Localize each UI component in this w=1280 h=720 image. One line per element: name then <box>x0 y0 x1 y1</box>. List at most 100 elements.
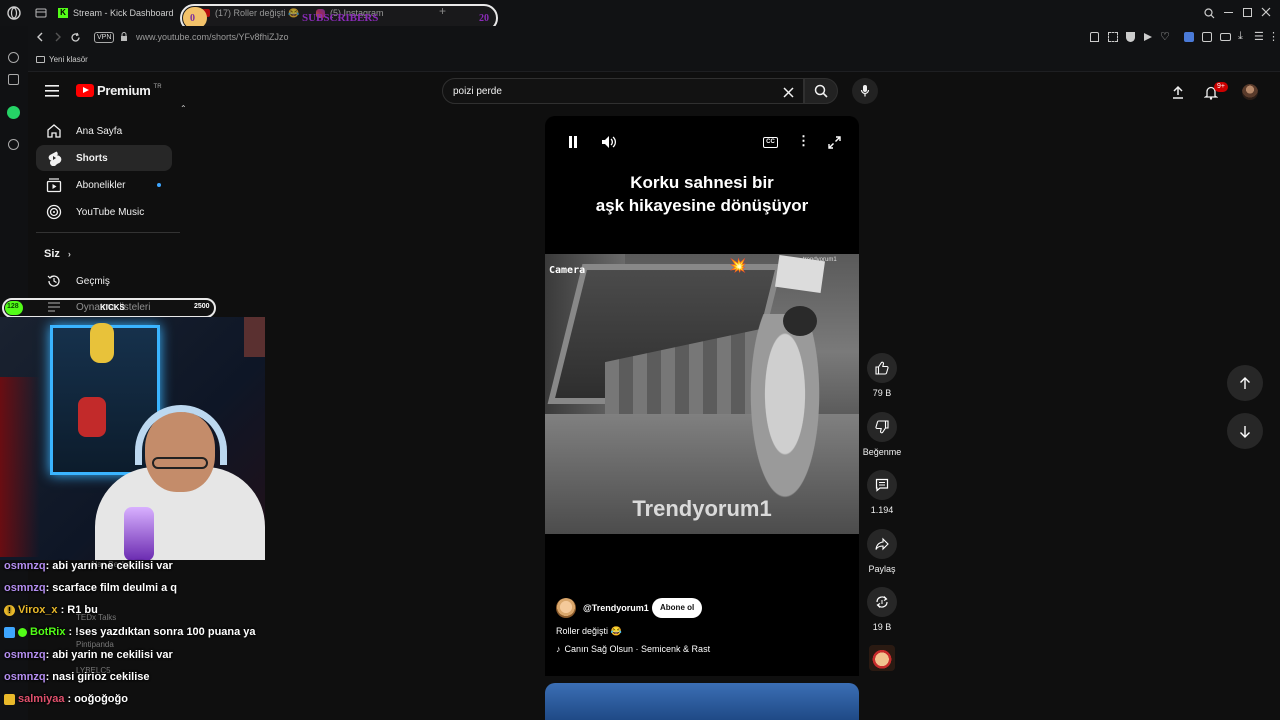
chevron-right-icon: › <box>67 249 71 259</box>
bookmark-folder[interactable]: Yeni klasör <box>36 55 88 64</box>
nav-item-shorts[interactable]: Shorts <box>36 145 172 171</box>
minimize-button[interactable] <box>1224 12 1233 13</box>
short-title[interactable]: Roller değişti 😂 <box>556 626 622 637</box>
menu-icon[interactable]: ☰ <box>1254 30 1264 43</box>
upload-icon[interactable] <box>1170 84 1186 100</box>
caption-line-2: aşk hikayesine dönüşüyor <box>595 196 809 215</box>
close-window-icon[interactable] <box>1260 6 1272 18</box>
remix-button[interactable] <box>867 587 897 617</box>
search-input[interactable]: poizi perde <box>453 86 502 97</box>
folder-icon <box>36 56 45 63</box>
url-field[interactable]: www.youtube.com/shorts/YFv8fhiZJzo <box>136 32 289 42</box>
search-tabs-icon[interactable] <box>1202 6 1216 20</box>
next-short-button[interactable] <box>1227 413 1263 449</box>
like-button[interactable] <box>867 353 897 383</box>
shorts-icon <box>48 151 62 166</box>
search-icon <box>814 84 828 98</box>
youtube-music-icon <box>46 204 62 220</box>
nav-item-history[interactable]: Geçmiş <box>36 268 172 294</box>
chat-message: BotRix: !ses yazdıktan sonra 100 puana y… <box>4 626 256 638</box>
browser-tab-strip: K Stream - Kick Dashboard (17) Roller de… <box>0 0 1280 32</box>
more-options-icon[interactable]: ⋮ <box>797 133 810 149</box>
heart-icon[interactable]: ♡ <box>1160 30 1170 43</box>
chat-message: osmnzq: abi yarın ne cekilisi var <box>4 560 173 572</box>
tab-kick-dashboard[interactable]: K Stream - Kick Dashboard <box>58 4 174 22</box>
forward-icon[interactable] <box>52 31 64 43</box>
nav-item-label: Shorts <box>76 152 108 164</box>
share-label: Paylaş <box>868 564 896 574</box>
player-icon[interactable] <box>1144 33 1152 41</box>
dislike-label: Beğenme <box>862 447 902 457</box>
sound-thumbnail[interactable] <box>869 645 895 671</box>
youtube-logo[interactable]: Premium TR <box>76 83 162 98</box>
caption-line-1: Korku sahnesi bir <box>630 173 774 192</box>
youtube-play-logo-icon <box>76 84 94 97</box>
more-vertical-icon[interactable]: ⋮ <box>1268 30 1279 43</box>
video-watermark: Trendyorum1 <box>632 496 772 521</box>
channel-avatar[interactable] <box>556 598 576 618</box>
comments-button[interactable] <box>867 470 897 500</box>
volume-icon[interactable] <box>600 134 618 150</box>
extensions-puzzle-icon[interactable] <box>1202 32 1212 42</box>
previous-short-button[interactable] <box>1227 365 1263 401</box>
kicks-label: KICKS <box>100 303 125 312</box>
chat-username: salmiyaa <box>18 693 65 705</box>
translate-icon[interactable] <box>1184 32 1194 42</box>
snapshot-icon[interactable] <box>1108 32 1118 42</box>
kicks-goal-count: 2500 <box>194 303 210 310</box>
sidebar-whatsapp-icon[interactable] <box>7 106 20 119</box>
sidebar-history-icon[interactable] <box>8 139 19 150</box>
restore-button[interactable] <box>1243 8 1252 17</box>
reload-icon[interactable] <box>69 31 81 43</box>
account-avatar[interactable] <box>1242 84 1258 100</box>
search-box[interactable]: poizi perde <box>442 78 804 104</box>
extension-icons: ♡ ⤓ ☰ ⋮ <box>1088 30 1279 44</box>
webcam-microphone <box>124 507 154 560</box>
fullscreen-icon[interactable] <box>827 135 841 149</box>
search-button[interactable] <box>804 78 838 104</box>
you-section-label: Siz <box>44 248 60 260</box>
tab-manager-icon[interactable] <box>34 6 48 20</box>
nav-item-subscriptions[interactable]: Abonelikler <box>36 172 172 198</box>
sidebar-ai-icon[interactable] <box>8 52 19 63</box>
thumbs-up-icon <box>875 361 889 375</box>
new-content-dot <box>157 183 161 187</box>
voice-search-button[interactable] <box>852 78 878 104</box>
pause-icon[interactable] <box>565 134 581 150</box>
download-icon[interactable]: ⤓ <box>1238 30 1243 43</box>
camera-icon[interactable] <box>1220 33 1231 41</box>
opera-logo-icon[interactable] <box>6 5 22 21</box>
music-row[interactable]: ♪ Canın Sağ Olsun · Semicenk & Rast <box>556 644 710 654</box>
chat-text: : !ses yazdıktan sonra 100 puana ya <box>68 626 256 638</box>
captions-icon[interactable]: CC <box>763 137 778 148</box>
address-bar-row: VPN www.youtube.com/shorts/YFv8fhiZJzo ♡… <box>0 26 1280 50</box>
verified-badge-icon <box>18 627 27 637</box>
microphone-icon <box>860 85 870 97</box>
shield-icon[interactable] <box>1126 32 1135 42</box>
sidebar-aria-icon[interactable] <box>8 74 19 85</box>
subscribe-button[interactable]: Abone ol <box>652 598 703 618</box>
webcam-right-panel <box>244 317 265 357</box>
arrow-down-icon <box>1240 425 1250 438</box>
you-section-header[interactable]: Siz › <box>44 248 71 260</box>
clear-search-icon[interactable] <box>781 85 795 99</box>
chat-message: salmiyaa: ooğoğoğo <box>4 693 128 705</box>
back-icon[interactable] <box>34 31 46 43</box>
shorts-player[interactable]: CC ⋮ Korku sahnesi bir aşk hikayesine dö… <box>545 116 859 676</box>
music-label: Canın Sağ Olsun · Semicenk & Rast <box>564 644 711 654</box>
vpn-badge[interactable]: VPN <box>94 32 115 43</box>
channel-name[interactable]: @Trendyorum1 <box>583 603 649 613</box>
nav-item-label: YouTube Music <box>76 206 145 218</box>
share-button[interactable] <box>867 529 897 559</box>
hamburger-menu-icon[interactable] <box>44 84 60 98</box>
nav-item-label: Abonelikler <box>76 179 126 191</box>
nav-item-home[interactable]: Ana Sayfa <box>36 118 172 144</box>
youtube-logo-text: Premium <box>97 83 151 98</box>
nav-collapse-icon[interactable]: ⌃ <box>180 104 187 113</box>
next-short-preview[interactable] <box>545 683 859 720</box>
dislike-button[interactable] <box>867 412 897 442</box>
pin-icon[interactable] <box>1090 32 1099 42</box>
chat-message: osmnzq: nasi girioz cekilise <box>4 671 150 683</box>
bookmarks-bar: Yeni klasör <box>0 50 1280 72</box>
nav-item-youtube-music[interactable]: YouTube Music <box>36 199 172 225</box>
